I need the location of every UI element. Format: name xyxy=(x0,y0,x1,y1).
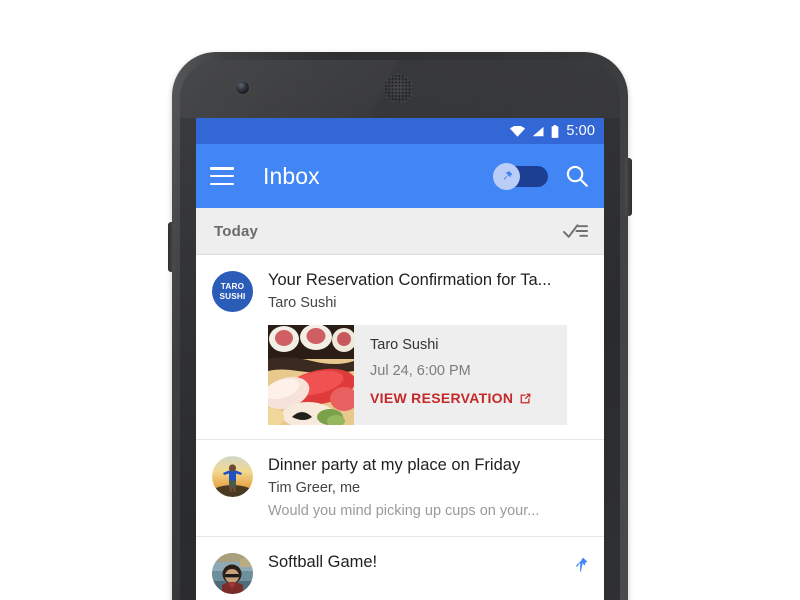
cell-signal-icon xyxy=(533,126,544,136)
message-snippet: Would you mind picking up cups on your..… xyxy=(268,503,540,519)
power-button[interactable] xyxy=(625,158,632,216)
done-all-sweep-icon[interactable] xyxy=(562,221,589,241)
open-in-new-icon xyxy=(520,393,531,403)
message-subject: Softball Game! xyxy=(268,553,378,571)
avatar-column: TARO SUSHI xyxy=(212,269,268,425)
pin-column xyxy=(567,454,589,522)
wifi-icon xyxy=(510,125,526,137)
section-header-today: Today xyxy=(196,208,604,255)
status-bar-clock: 5:00 xyxy=(566,123,595,139)
message-senders: Tim Greer, me xyxy=(268,480,361,496)
section-header-label: Today xyxy=(214,222,259,240)
pin-icon[interactable] xyxy=(572,555,589,574)
volume-button[interactable] xyxy=(168,222,174,272)
app-bar: Inbox xyxy=(196,144,604,208)
phone-screen: 5:00 Inbox Today TARO SUSHI Your Reserva… xyxy=(196,118,604,600)
pin-toggle[interactable] xyxy=(493,162,548,190)
person-landscape-photo xyxy=(212,553,253,594)
reservation-info: Taro Sushi Jul 24, 6:00 PM VIEW RESERVAT… xyxy=(354,325,544,425)
avatar-column xyxy=(212,454,268,522)
avatar-line-2: SUSHI xyxy=(219,291,246,301)
view-reservation-button[interactable]: VIEW RESERVATION xyxy=(370,390,532,406)
screenshot-stage: 5:00 Inbox Today TARO SUSHI Your Reserva… xyxy=(0,0,800,600)
app-bar-actions xyxy=(493,162,590,190)
list-item[interactable]: TARO SUSHI Your Reservation Confirmation… xyxy=(196,255,604,440)
message-body: Dinner party at my place on Friday Tim G… xyxy=(268,454,567,522)
page-title: Inbox xyxy=(263,162,320,189)
message-subject: Your Reservation Confirmation for Ta... xyxy=(268,271,552,289)
view-reservation-label: VIEW RESERVATION xyxy=(370,390,514,406)
person-sunset-photo xyxy=(212,456,253,497)
pin-icon xyxy=(503,170,513,180)
message-body: Softball Game! xyxy=(268,551,567,594)
search-icon[interactable] xyxy=(564,163,590,189)
reservation-datetime: Jul 24, 6:00 PM xyxy=(370,363,471,379)
status-bar: 5:00 xyxy=(196,118,604,144)
list-item[interactable]: Dinner party at my place on Friday Tim G… xyxy=(196,440,604,537)
message-subject: Dinner party at my place on Friday xyxy=(268,456,521,474)
pin-column xyxy=(567,551,589,594)
speaker-grille-icon xyxy=(384,74,413,103)
battery-icon xyxy=(552,124,559,138)
avatar-initials: TARO SUSHI xyxy=(212,271,253,312)
hamburger-menu-icon[interactable] xyxy=(210,167,234,185)
reservation-card[interactable]: Taro Sushi Jul 24, 6:00 PM VIEW RESERVAT… xyxy=(268,325,567,425)
message-senders: Taro Sushi xyxy=(268,295,337,311)
camera-icon xyxy=(236,81,249,94)
avatar-column xyxy=(212,551,268,594)
pin-toggle-knob xyxy=(493,162,520,190)
list-item[interactable]: Softball Game! xyxy=(196,537,604,600)
pin-column xyxy=(567,269,589,425)
reservation-name: Taro Sushi xyxy=(370,337,439,353)
message-body: Your Reservation Confirmation for Ta... … xyxy=(268,269,567,425)
avatar[interactable]: TARO SUSHI xyxy=(212,271,253,312)
sushi-photo xyxy=(268,325,354,425)
avatar[interactable] xyxy=(212,553,253,594)
avatar[interactable] xyxy=(212,456,253,497)
avatar-line-1: TARO xyxy=(220,281,245,291)
